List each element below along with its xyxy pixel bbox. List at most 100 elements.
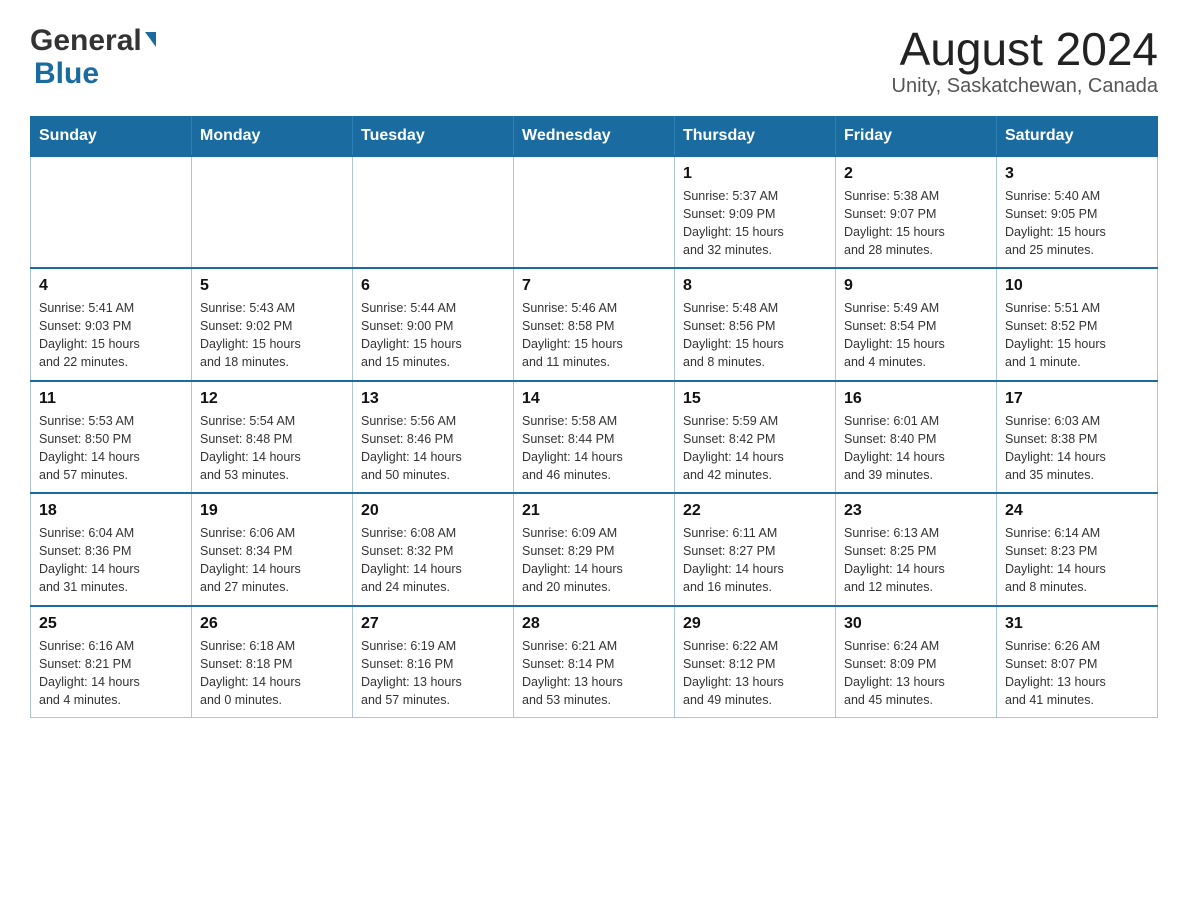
day-number: 30 (844, 615, 988, 633)
day-number: 5 (200, 277, 344, 295)
day-number: 11 (39, 390, 183, 408)
week-row-2: 4Sunrise: 5:41 AM Sunset: 9:03 PM Daylig… (31, 268, 1158, 381)
day-info: Sunrise: 5:48 AM Sunset: 8:56 PM Dayligh… (683, 299, 827, 372)
day-cell-3: 3Sunrise: 5:40 AM Sunset: 9:05 PM Daylig… (997, 156, 1158, 269)
day-number: 7 (522, 277, 666, 295)
day-info: Sunrise: 6:04 AM Sunset: 8:36 PM Dayligh… (39, 524, 183, 597)
location-subtitle: Unity, Saskatchewan, Canada (892, 75, 1158, 98)
day-cell-8: 8 Sunrise: 5:48 AM Sunset: 8:56 PM Daylig… (675, 268, 836, 381)
day-cell-5: 5Sunrise: 5:43 AM Sunset: 9:02 PM Daylig… (192, 268, 353, 381)
day-cell-20: 20 Sunrise: 6:08 AM Sunset: 8:32 PM Dayli… (353, 493, 514, 606)
page-header: General Blue August 2024 Unity, Saskatch… (30, 24, 1158, 98)
day-number: 20 (361, 502, 505, 520)
day-info: Sunrise: 5:44 AM Sunset: 9:00 PM Dayligh… (361, 299, 505, 372)
col-header-sunday: Sunday (31, 116, 192, 156)
day-cell-25: 25 Sunrise: 6:16 AM Sunset: 8:21 PM Dayli… (31, 606, 192, 718)
day-info: Sunrise: 5:56 AM Sunset: 8:46 PM Dayligh… (361, 412, 505, 485)
day-info: Sunrise: 5:51 AM Sunset: 8:52 PM Dayligh… (1005, 299, 1149, 372)
day-info: Sunrise: 6:16 AM Sunset: 8:21 PM Dayligh… (39, 637, 183, 710)
empty-cell (31, 156, 192, 269)
day-number: 17 (1005, 390, 1149, 408)
week-row-5: 25 Sunrise: 6:16 AM Sunset: 8:21 PM Dayli… (31, 606, 1158, 718)
day-info: Sunrise: 6:01 AM Sunset: 8:40 PM Dayligh… (844, 412, 988, 485)
day-cell-2: 2 Sunrise: 5:38 AM Sunset: 9:07 PM Daylig… (836, 156, 997, 269)
day-cell-31: 31 Sunrise: 6:26 AM Sunset: 8:07 PM Dayli… (997, 606, 1158, 718)
empty-cell (353, 156, 514, 269)
calendar-header-row: SundayMondayTuesdayWednesdayThursdayFrid… (31, 116, 1158, 156)
day-cell-16: 16Sunrise: 6:01 AM Sunset: 8:40 PM Dayli… (836, 381, 997, 494)
title-block: August 2024 Unity, Saskatchewan, Canada (892, 24, 1158, 98)
empty-cell (192, 156, 353, 269)
day-info: Sunrise: 6:14 AM Sunset: 8:23 PM Dayligh… (1005, 524, 1149, 597)
day-number: 28 (522, 615, 666, 633)
day-cell-30: 30 Sunrise: 6:24 AM Sunset: 8:09 PM Dayli… (836, 606, 997, 718)
day-info: Sunrise: 6:06 AM Sunset: 8:34 PM Dayligh… (200, 524, 344, 597)
logo-blue-text: Blue (34, 57, 99, 91)
day-info: Sunrise: 5:37 AM Sunset: 9:09 PM Dayligh… (683, 187, 827, 260)
logo: General Blue (30, 24, 156, 91)
day-number: 12 (200, 390, 344, 408)
day-cell-7: 7 Sunrise: 5:46 AM Sunset: 8:58 PM Daylig… (514, 268, 675, 381)
day-number: 1 (683, 165, 827, 183)
day-cell-22: 22Sunrise: 6:11 AM Sunset: 8:27 PM Dayli… (675, 493, 836, 606)
day-number: 25 (39, 615, 183, 633)
day-cell-1: 1 Sunrise: 5:37 AM Sunset: 9:09 PM Daylig… (675, 156, 836, 269)
day-cell-24: 24 Sunrise: 6:14 AM Sunset: 8:23 PM Dayli… (997, 493, 1158, 606)
day-info: Sunrise: 6:24 AM Sunset: 8:09 PM Dayligh… (844, 637, 988, 710)
day-info: Sunrise: 6:09 AM Sunset: 8:29 PM Dayligh… (522, 524, 666, 597)
calendar-table: SundayMondayTuesdayWednesdayThursdayFrid… (30, 116, 1158, 719)
day-cell-19: 19 Sunrise: 6:06 AM Sunset: 8:34 PM Dayli… (192, 493, 353, 606)
day-number: 13 (361, 390, 505, 408)
day-cell-28: 28Sunrise: 6:21 AM Sunset: 8:14 PM Dayli… (514, 606, 675, 718)
day-info: Sunrise: 6:26 AM Sunset: 8:07 PM Dayligh… (1005, 637, 1149, 710)
day-info: Sunrise: 6:08 AM Sunset: 8:32 PM Dayligh… (361, 524, 505, 597)
day-cell-4: 4Sunrise: 5:41 AM Sunset: 9:03 PM Daylig… (31, 268, 192, 381)
day-cell-12: 12 Sunrise: 5:54 AM Sunset: 8:48 PM Dayli… (192, 381, 353, 494)
day-info: Sunrise: 6:22 AM Sunset: 8:12 PM Dayligh… (683, 637, 827, 710)
day-cell-15: 15Sunrise: 5:59 AM Sunset: 8:42 PM Dayli… (675, 381, 836, 494)
day-number: 6 (361, 277, 505, 295)
day-number: 23 (844, 502, 988, 520)
day-info: Sunrise: 6:18 AM Sunset: 8:18 PM Dayligh… (200, 637, 344, 710)
col-header-monday: Monday (192, 116, 353, 156)
month-year-title: August 2024 (892, 24, 1158, 75)
day-cell-27: 27Sunrise: 6:19 AM Sunset: 8:16 PM Dayli… (353, 606, 514, 718)
logo-general: General (30, 24, 142, 57)
day-number: 15 (683, 390, 827, 408)
day-info: Sunrise: 5:46 AM Sunset: 8:58 PM Dayligh… (522, 299, 666, 372)
day-number: 26 (200, 615, 344, 633)
day-info: Sunrise: 5:41 AM Sunset: 9:03 PM Dayligh… (39, 299, 183, 372)
day-info: Sunrise: 6:03 AM Sunset: 8:38 PM Dayligh… (1005, 412, 1149, 485)
day-number: 27 (361, 615, 505, 633)
day-number: 21 (522, 502, 666, 520)
day-cell-10: 10Sunrise: 5:51 AM Sunset: 8:52 PM Dayli… (997, 268, 1158, 381)
day-number: 14 (522, 390, 666, 408)
week-row-4: 18Sunrise: 6:04 AM Sunset: 8:36 PM Dayli… (31, 493, 1158, 606)
day-cell-23: 23 Sunrise: 6:13 AM Sunset: 8:25 PM Dayli… (836, 493, 997, 606)
day-cell-29: 29Sunrise: 6:22 AM Sunset: 8:12 PM Dayli… (675, 606, 836, 718)
logo-text: General (30, 24, 156, 57)
day-cell-21: 21 Sunrise: 6:09 AM Sunset: 8:29 PM Dayli… (514, 493, 675, 606)
day-number: 19 (200, 502, 344, 520)
day-cell-11: 11Sunrise: 5:53 AM Sunset: 8:50 PM Dayli… (31, 381, 192, 494)
day-info: Sunrise: 6:13 AM Sunset: 8:25 PM Dayligh… (844, 524, 988, 597)
day-number: 2 (844, 165, 988, 183)
week-row-1: 1 Sunrise: 5:37 AM Sunset: 9:09 PM Daylig… (31, 156, 1158, 269)
day-info: Sunrise: 5:38 AM Sunset: 9:07 PM Dayligh… (844, 187, 988, 260)
day-cell-13: 13 Sunrise: 5:56 AM Sunset: 8:46 PM Dayli… (353, 381, 514, 494)
day-number: 31 (1005, 615, 1149, 633)
col-header-saturday: Saturday (997, 116, 1158, 156)
empty-cell (514, 156, 675, 269)
day-cell-6: 6 Sunrise: 5:44 AM Sunset: 9:00 PM Daylig… (353, 268, 514, 381)
col-header-tuesday: Tuesday (353, 116, 514, 156)
day-info: Sunrise: 5:49 AM Sunset: 8:54 PM Dayligh… (844, 299, 988, 372)
day-cell-14: 14Sunrise: 5:58 AM Sunset: 8:44 PM Dayli… (514, 381, 675, 494)
day-info: Sunrise: 5:54 AM Sunset: 8:48 PM Dayligh… (200, 412, 344, 485)
day-number: 24 (1005, 502, 1149, 520)
day-number: 3 (1005, 165, 1149, 183)
col-header-thursday: Thursday (675, 116, 836, 156)
day-number: 22 (683, 502, 827, 520)
day-cell-18: 18Sunrise: 6:04 AM Sunset: 8:36 PM Dayli… (31, 493, 192, 606)
col-header-friday: Friday (836, 116, 997, 156)
day-number: 8 (683, 277, 827, 295)
